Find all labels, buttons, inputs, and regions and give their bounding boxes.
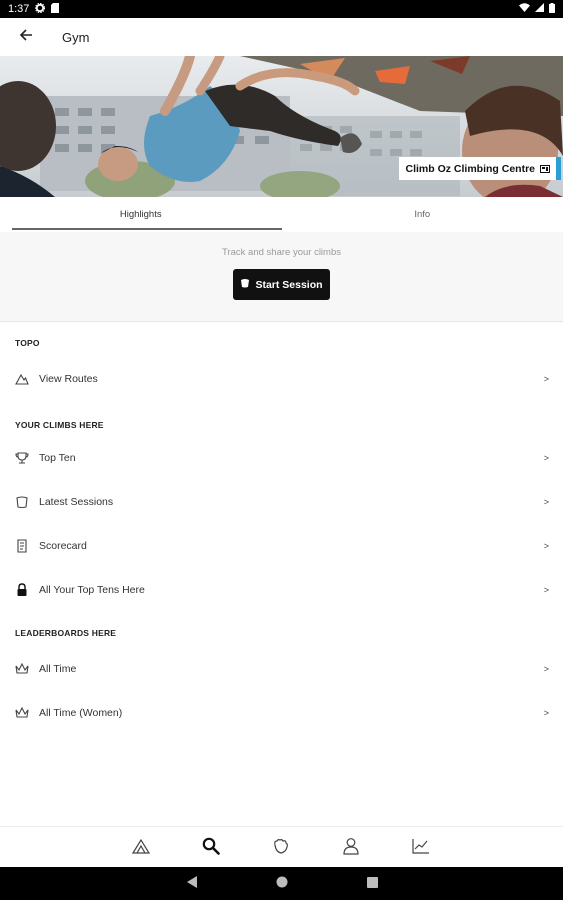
section-header-your-climbs: YOUR CLIMBS HERE	[15, 420, 104, 430]
flag-icon	[540, 164, 550, 173]
section-header-leaderboards: LEADERBOARDS HERE	[15, 628, 117, 638]
view-routes-label: View Routes	[39, 373, 98, 385]
chevron-right-icon: >	[543, 374, 549, 384]
list-item-view-routes[interactable]: View Routes >	[0, 359, 563, 399]
all-time-label: All Time	[39, 663, 77, 675]
cellular-icon	[535, 3, 544, 15]
search-icon	[202, 837, 220, 860]
mountain-icon	[14, 371, 30, 387]
tab-info[interactable]: Info	[282, 197, 563, 232]
crown-icon	[14, 661, 30, 677]
tab-bar: Highlights Info	[0, 197, 563, 232]
start-session-label: Start Session	[255, 278, 323, 291]
settings-icon	[35, 2, 46, 16]
recents-square-icon	[366, 875, 378, 893]
gym-name: Climb Oz Climbing Centre	[405, 162, 535, 175]
trophy-icon	[14, 450, 30, 466]
list-item-latest-sessions[interactable]: Latest Sessions >	[0, 482, 563, 522]
lock-icon	[14, 582, 30, 598]
nav-profile[interactable]	[340, 837, 362, 859]
tab-info-label: Info	[414, 209, 431, 220]
tab-highlights[interactable]: Highlights	[0, 197, 282, 232]
scorecard-label: Scorecard	[39, 540, 87, 552]
page-title: Gym	[62, 29, 90, 45]
back-button[interactable]	[7, 18, 45, 56]
all-top-tens-label: All Your Top Tens Here	[39, 584, 145, 596]
nav-sessions[interactable]	[270, 837, 292, 859]
sd-card-icon	[51, 2, 60, 16]
app-bar: Gym	[0, 18, 563, 56]
top-ten-label: Top Ten	[39, 452, 76, 464]
status-time: 1:37	[8, 3, 30, 15]
list-item-all-top-tens[interactable]: All Your Top Tens Here >	[0, 570, 563, 610]
hand-icon	[272, 837, 290, 860]
list-item-scorecard[interactable]: Scorecard >	[0, 526, 563, 566]
gym-hero-image: Climb Oz Climbing Centre	[0, 56, 563, 197]
back-triangle-icon	[186, 875, 198, 893]
status-bar: 1:37	[0, 0, 563, 18]
tab-highlights-label: Highlights	[119, 209, 162, 220]
crown-icon	[14, 705, 30, 721]
latest-sessions-label: Latest Sessions	[39, 496, 114, 508]
bottom-navigation	[0, 826, 563, 867]
chevron-right-icon: >	[543, 497, 549, 507]
home-circle-icon	[276, 875, 288, 893]
system-recents-button[interactable]	[364, 876, 380, 892]
arrow-left-icon	[19, 28, 33, 47]
list-item-all-time[interactable]: All Time >	[0, 649, 563, 689]
nav-search[interactable]	[200, 837, 222, 859]
gym-name-badge[interactable]: Climb Oz Climbing Centre	[399, 157, 561, 180]
stats-icon	[412, 838, 430, 859]
nav-stats[interactable]	[410, 837, 432, 859]
chevron-right-icon: >	[543, 585, 549, 595]
scorecard-icon	[14, 538, 30, 554]
chalk-bag-icon	[14, 494, 30, 510]
session-panel: Track and share your climbs Start Sessio…	[0, 232, 563, 322]
battery-icon	[549, 2, 555, 16]
profile-icon	[342, 837, 360, 860]
system-navigation-bar	[0, 867, 563, 900]
wifi-icon	[519, 3, 530, 15]
chevron-right-icon: >	[543, 541, 549, 551]
all-time-women-label: All Time (Women)	[39, 707, 123, 719]
section-header-topo: TOPO	[15, 338, 40, 348]
nav-routes[interactable]	[130, 837, 152, 859]
chevron-right-icon: >	[543, 453, 549, 463]
start-session-button[interactable]: Start Session	[233, 269, 330, 300]
mountain-icon	[131, 838, 151, 859]
chevron-right-icon: >	[543, 664, 549, 674]
chevron-right-icon: >	[543, 708, 549, 718]
list-item-top-ten[interactable]: Top Ten >	[0, 438, 563, 478]
system-home-button[interactable]	[274, 876, 290, 892]
track-prompt: Track and share your climbs	[222, 247, 341, 258]
chalk-bag-icon	[240, 278, 250, 291]
system-back-button[interactable]	[184, 876, 200, 892]
list-item-all-time-women[interactable]: All Time (Women) >	[0, 693, 563, 733]
